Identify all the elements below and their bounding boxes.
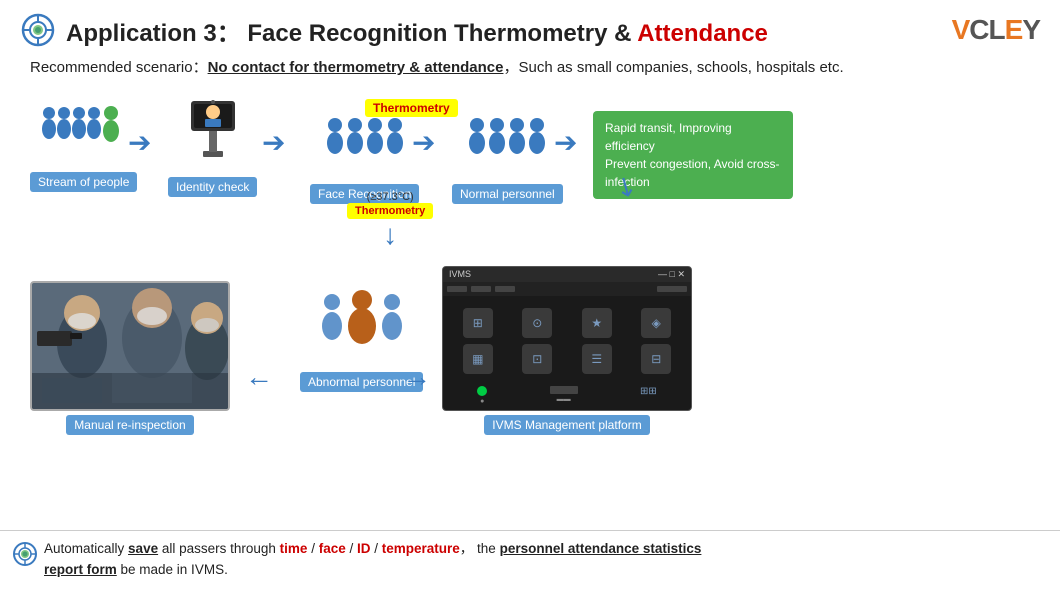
bottom-temperature: temperature [382,541,460,556]
header-title: Application 3： Face Recognition Thermome… [66,13,768,48]
arrow-down: ↓ [347,219,433,251]
content-area: Stream of people ➔ Identity check ➔ [20,91,1040,551]
bottom-auto: Automatically [44,541,128,556]
ivms-icon-8-glyph: ⊟ [651,352,661,366]
ivms-icon-5-glyph: ▦ [472,352,483,366]
ivms-icon-4: ◈ [630,308,684,338]
normal-people-icon [462,113,552,173]
ivms-icon-3-glyph: ★ [591,316,602,330]
arrow2: ➔ [262,126,285,159]
arrow1: ➔ [128,126,151,159]
ivms-icon-1: ⊞ [451,308,505,338]
title-highlight: Attendance [637,20,768,47]
header: Application 3： Face Recognition Thermome… [20,12,1040,48]
header-left: Application 3： Face Recognition Thermome… [20,12,768,48]
bottom-stats: personnel attendance statistics [500,541,702,556]
stream-item: Stream of people [30,101,137,192]
temp-section: (≥37.3°C) Thermometry ↓ [347,191,433,251]
bottom-report: report form [44,562,117,577]
ivms-icon-1-glyph: ⊞ [473,316,483,330]
ivms-icon-7-glyph: ☰ [591,352,602,366]
ivms-header-bar: IVMS — □ ✕ [443,267,691,282]
abnormal-people-icon [317,286,407,361]
bottom-end: be made in IVMS. [117,562,228,577]
bottom-paragraph: Automatically save all passers through t… [44,539,701,581]
divider [0,530,1060,531]
manual-item: Manual re-inspection [30,281,230,435]
bottom-target-icon [12,541,38,567]
bottom-slash1: / [307,541,318,556]
ivms-label: IVMS Management platform [484,415,649,435]
ivms-icon-2: ⊙ [511,308,565,338]
ivms-grid-icon: ⊞⊞ [640,386,657,397]
stream-people-icon [39,101,129,161]
bottom-time: time [280,541,308,556]
bottom-slash3: / [371,541,382,556]
bottom-after-save: all passers through [158,541,280,556]
bottom-comma: ， [460,541,474,556]
bottom-slash2: / [346,541,357,556]
ivms-icon-6-glyph: ⊡ [532,352,542,366]
identity-device-icon [173,96,253,166]
arrow4: ➔ [554,126,577,159]
ivms-status-2: ▬▬ [550,386,578,405]
photo-svg [32,283,230,411]
ivms-item: IVMS — □ ✕ ⊞ [442,266,692,435]
scenario-text: Recommended scenario：No contact for ther… [30,56,1040,77]
ivms-status-1: ● [477,386,487,405]
ivms-toolbar [443,282,691,296]
bottom-id: ID [357,541,371,556]
ivms-icon-2-glyph: ⊙ [532,316,542,330]
green-box-line1: Rapid transit, Improving efficiency [605,119,781,155]
stream-label: Stream of people [30,172,137,192]
temp-threshold: (≥37.3°C) [347,191,433,203]
bottom-middle: the [473,541,499,556]
manual-photo [30,281,230,411]
ivms-bar-1 [550,386,578,394]
ivms-led [477,386,487,396]
ivms-status-row: ● ▬▬ ⊞⊞ [443,382,691,409]
scenario-suffix: ，Such as small companies, schools, hospi… [503,59,843,76]
face-recognition-icon [320,113,410,173]
ivms-icon-7: ☰ [570,344,624,374]
ivms-icon-5: ▦ [451,344,505,374]
ivms-controls: — □ ✕ [658,269,685,280]
ivms-screen: IVMS — □ ✕ ⊞ [442,266,692,411]
scenario-underline: No contact for thermometry & attendance [208,59,504,76]
identity-label: Identity check [168,177,257,197]
ivms-icon-4-glyph: ◈ [652,316,661,330]
arrow-left: ← [245,361,273,393]
bottom-face: face [319,541,346,556]
ivms-icon-8: ⊟ [630,344,684,374]
ivms-icon-3: ★ [570,308,624,338]
page: Application 3： Face Recognition Thermome… [0,0,1060,589]
ivms-icon-grid: ⊞ ⊙ ★ ◈ [443,300,691,382]
identity-item: Identity check [168,96,257,197]
title-normal: Face Recognition Thermometry & [247,20,637,47]
arrow3: ➔ [412,126,435,159]
normal-item: Normal personnel [452,113,563,204]
ivms-status-3: ⊞⊞ [640,386,657,405]
app-number: Application 3 [66,20,217,47]
logo: VCLEY [952,14,1040,46]
bottom-save: save [128,541,158,556]
normal-label: Normal personnel [452,184,563,204]
app-icon [20,12,56,48]
scenario-prefix: Recommended scenario： [30,59,208,76]
bottom-text: Automatically save all passers through t… [12,539,1048,581]
ivms-title: IVMS [449,269,471,280]
arrow-right-bottom: → [403,361,431,393]
ivms-icon-6: ⊡ [511,344,565,374]
manual-label: Manual re-inspection [66,415,193,435]
thermometry-label-mid: Thermometry [347,203,433,219]
